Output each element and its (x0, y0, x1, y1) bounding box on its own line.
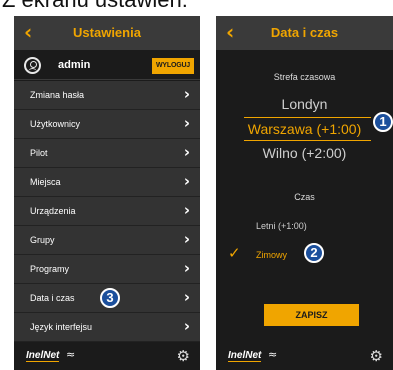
time-heading: Czas (294, 192, 315, 202)
user-name: admin (58, 59, 91, 71)
user-icon (24, 57, 41, 74)
gear-icon[interactable]: ⚙ (177, 347, 190, 365)
bottom-bar: InelNet ≈ ⚙ (216, 344, 393, 370)
chevron-right-icon: › (183, 143, 190, 161)
season-option-summer[interactable]: Letni (+1:00) (256, 221, 307, 231)
page-title: Ustawienia (73, 25, 141, 40)
gear-icon[interactable]: ⚙ (370, 347, 383, 365)
menu-item-change-password[interactable]: Zmiana hasła › (14, 81, 200, 110)
menu-item-label: Język interfejsu (30, 322, 93, 332)
chevron-right-icon: › (183, 201, 190, 219)
chevron-right-icon: › (183, 172, 190, 190)
user-row: admin WYLOGUJ (14, 52, 200, 80)
menu-item-remote[interactable]: Pilot › (14, 139, 200, 168)
menu-item-groups[interactable]: Grupy › (14, 226, 200, 255)
menu-item-users[interactable]: Użytkownicy › (14, 110, 200, 139)
timezone-option[interactable]: Londyn (216, 96, 393, 112)
menu-item-devices[interactable]: Urządzenia › (14, 197, 200, 226)
menu-item-label: Zmiana hasła (30, 90, 85, 100)
selection-line-bottom (244, 140, 371, 141)
menu-item-label: Programy (30, 264, 70, 274)
menu-item-label: Data i czas (30, 293, 75, 303)
caption: Z ekranu ustawień: (2, 0, 188, 13)
top-bar: ‹ Ustawienia (14, 16, 200, 50)
wifi-icon: ≈ (268, 348, 278, 361)
selection-line-top (244, 117, 371, 118)
callout-badge: 3 (100, 288, 120, 308)
menu-item-language[interactable]: Język interfejsu › (14, 313, 200, 342)
season-option-winter[interactable]: Zimowy (256, 250, 287, 260)
page-title: Data i czas (270, 25, 339, 40)
chevron-right-icon: › (183, 230, 190, 248)
timezone-option[interactable]: Wilno (+2:00) (216, 145, 393, 161)
save-button[interactable]: ZAPISZ (264, 304, 359, 326)
chevron-right-icon: › (183, 288, 190, 306)
menu-item-label: Urządzenia (30, 206, 76, 216)
chevron-right-icon: › (183, 259, 190, 277)
menu-item-label: Grupy (30, 235, 55, 245)
chevron-right-icon: › (183, 317, 190, 335)
checkmark-icon: ✓ (228, 244, 241, 262)
timezone-option-selected[interactable]: Warszawa (+1:00) (216, 121, 393, 137)
bottom-bar: InelNet ≈ ⚙ (14, 344, 200, 370)
settings-screen: ‹ Ustawienia admin WYLOGUJ Zmiana hasła … (14, 16, 200, 370)
callout-badge: 2 (304, 243, 324, 263)
wifi-icon: ≈ (66, 348, 76, 361)
menu-item-label: Użytkownicy (30, 119, 81, 129)
callout-badge: 1 (373, 112, 393, 132)
menu-item-programs[interactable]: Programy › (14, 255, 200, 284)
top-bar: ‹ Data i czas (216, 16, 393, 50)
chevron-right-icon: › (183, 114, 190, 132)
menu-item-label: Pilot (30, 148, 48, 158)
date-time-screen: ‹ Data i czas Strefa czasowa Londyn Wars… (216, 16, 393, 370)
chevron-right-icon: › (183, 85, 190, 103)
menu-item-places[interactable]: Miejsca › (14, 168, 200, 197)
inelnet-logo: InelNet (26, 350, 60, 362)
logout-button[interactable]: WYLOGUJ (152, 58, 194, 74)
menu-item-label: Miejsca (30, 177, 61, 187)
inelnet-logo: InelNet (228, 350, 262, 362)
timezone-heading: Strefa czasowa (273, 72, 336, 82)
